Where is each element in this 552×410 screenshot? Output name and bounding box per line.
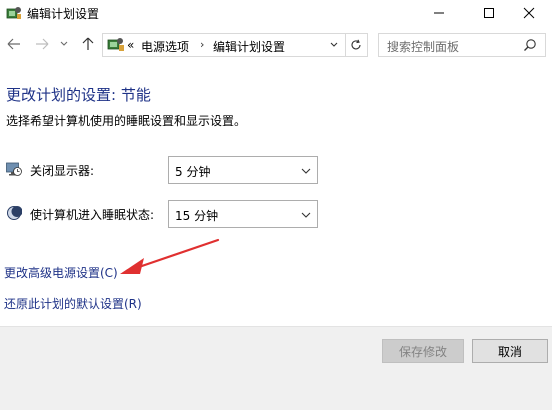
address-history-button[interactable] (326, 33, 342, 57)
display-off-value[interactable]: 5 分钟 (175, 163, 210, 180)
annotation-arrow-icon (120, 238, 220, 274)
window-title: 编辑计划设置 (27, 7, 100, 21)
sleep-value[interactable]: 15 分钟 (175, 207, 218, 224)
maximize-icon (484, 8, 494, 18)
control-panel-icon (107, 38, 124, 51)
title-bar: 编辑计划设置 (0, 0, 552, 26)
chevron-down-icon[interactable] (301, 211, 311, 219)
power-options-icon (6, 7, 21, 19)
search-icon[interactable] (523, 38, 537, 52)
arrow-right-icon (36, 38, 49, 50)
chevron-down-icon (330, 42, 338, 47)
recent-locations-button[interactable] (58, 36, 70, 52)
arrow-up-icon (82, 37, 94, 50)
chevron-down-icon (60, 41, 68, 46)
refresh-button[interactable] (344, 33, 368, 57)
chevron-down-icon[interactable] (301, 167, 311, 175)
display-off-select[interactable]: 5 分钟 (168, 156, 318, 184)
display-off-label: 关闭显示器: (30, 164, 95, 178)
back-button[interactable] (6, 36, 22, 52)
forward-button[interactable] (34, 36, 50, 52)
breadcrumb-separator[interactable]: › (200, 38, 204, 51)
page-title: 更改计划的设置: 节能 (6, 86, 151, 104)
sleep-label: 使计算机进入睡眠状态: (30, 208, 155, 222)
advanced-power-settings-link[interactable]: 更改高级电源设置(C) (4, 264, 118, 281)
navigation-bar: « 电源选项 › 编辑计划设置 搜索控制面板 (0, 30, 552, 58)
cancel-button[interactable]: 取消 (472, 339, 548, 363)
page-subtitle: 选择希望计算机使用的睡眠设置和显示设置。 (6, 114, 247, 128)
address-bar[interactable]: « 电源选项 › 编辑计划设置 (102, 33, 346, 57)
setting-row-display-off: 关闭显示器: 5 分钟 (6, 156, 326, 184)
save-changes-button[interactable]: 保存修改 (382, 339, 464, 363)
up-button[interactable] (80, 36, 96, 52)
restore-defaults-link[interactable]: 还原此计划的默认设置(R) (4, 295, 142, 312)
search-box[interactable]: 搜索控制面板 (378, 33, 546, 57)
close-icon (523, 7, 535, 19)
minimize-button[interactable] (416, 0, 462, 26)
breadcrumb-item-edit-plan[interactable]: 编辑计划设置 (213, 38, 285, 55)
search-placeholder[interactable]: 搜索控制面板 (387, 38, 459, 55)
monitor-clock-icon (6, 162, 22, 176)
minimize-icon (434, 12, 444, 14)
breadcrumb-overflow[interactable]: « (127, 38, 134, 52)
breadcrumb-item-power-options[interactable]: 电源选项 (141, 38, 189, 55)
setting-row-sleep: 使计算机进入睡眠状态: 15 分钟 (6, 200, 326, 228)
sleep-moon-icon (7, 206, 22, 220)
sleep-select[interactable]: 15 分钟 (168, 200, 318, 228)
refresh-icon (351, 39, 361, 50)
footer-panel (0, 327, 552, 410)
close-button[interactable] (506, 0, 552, 26)
arrow-left-icon (7, 38, 20, 50)
